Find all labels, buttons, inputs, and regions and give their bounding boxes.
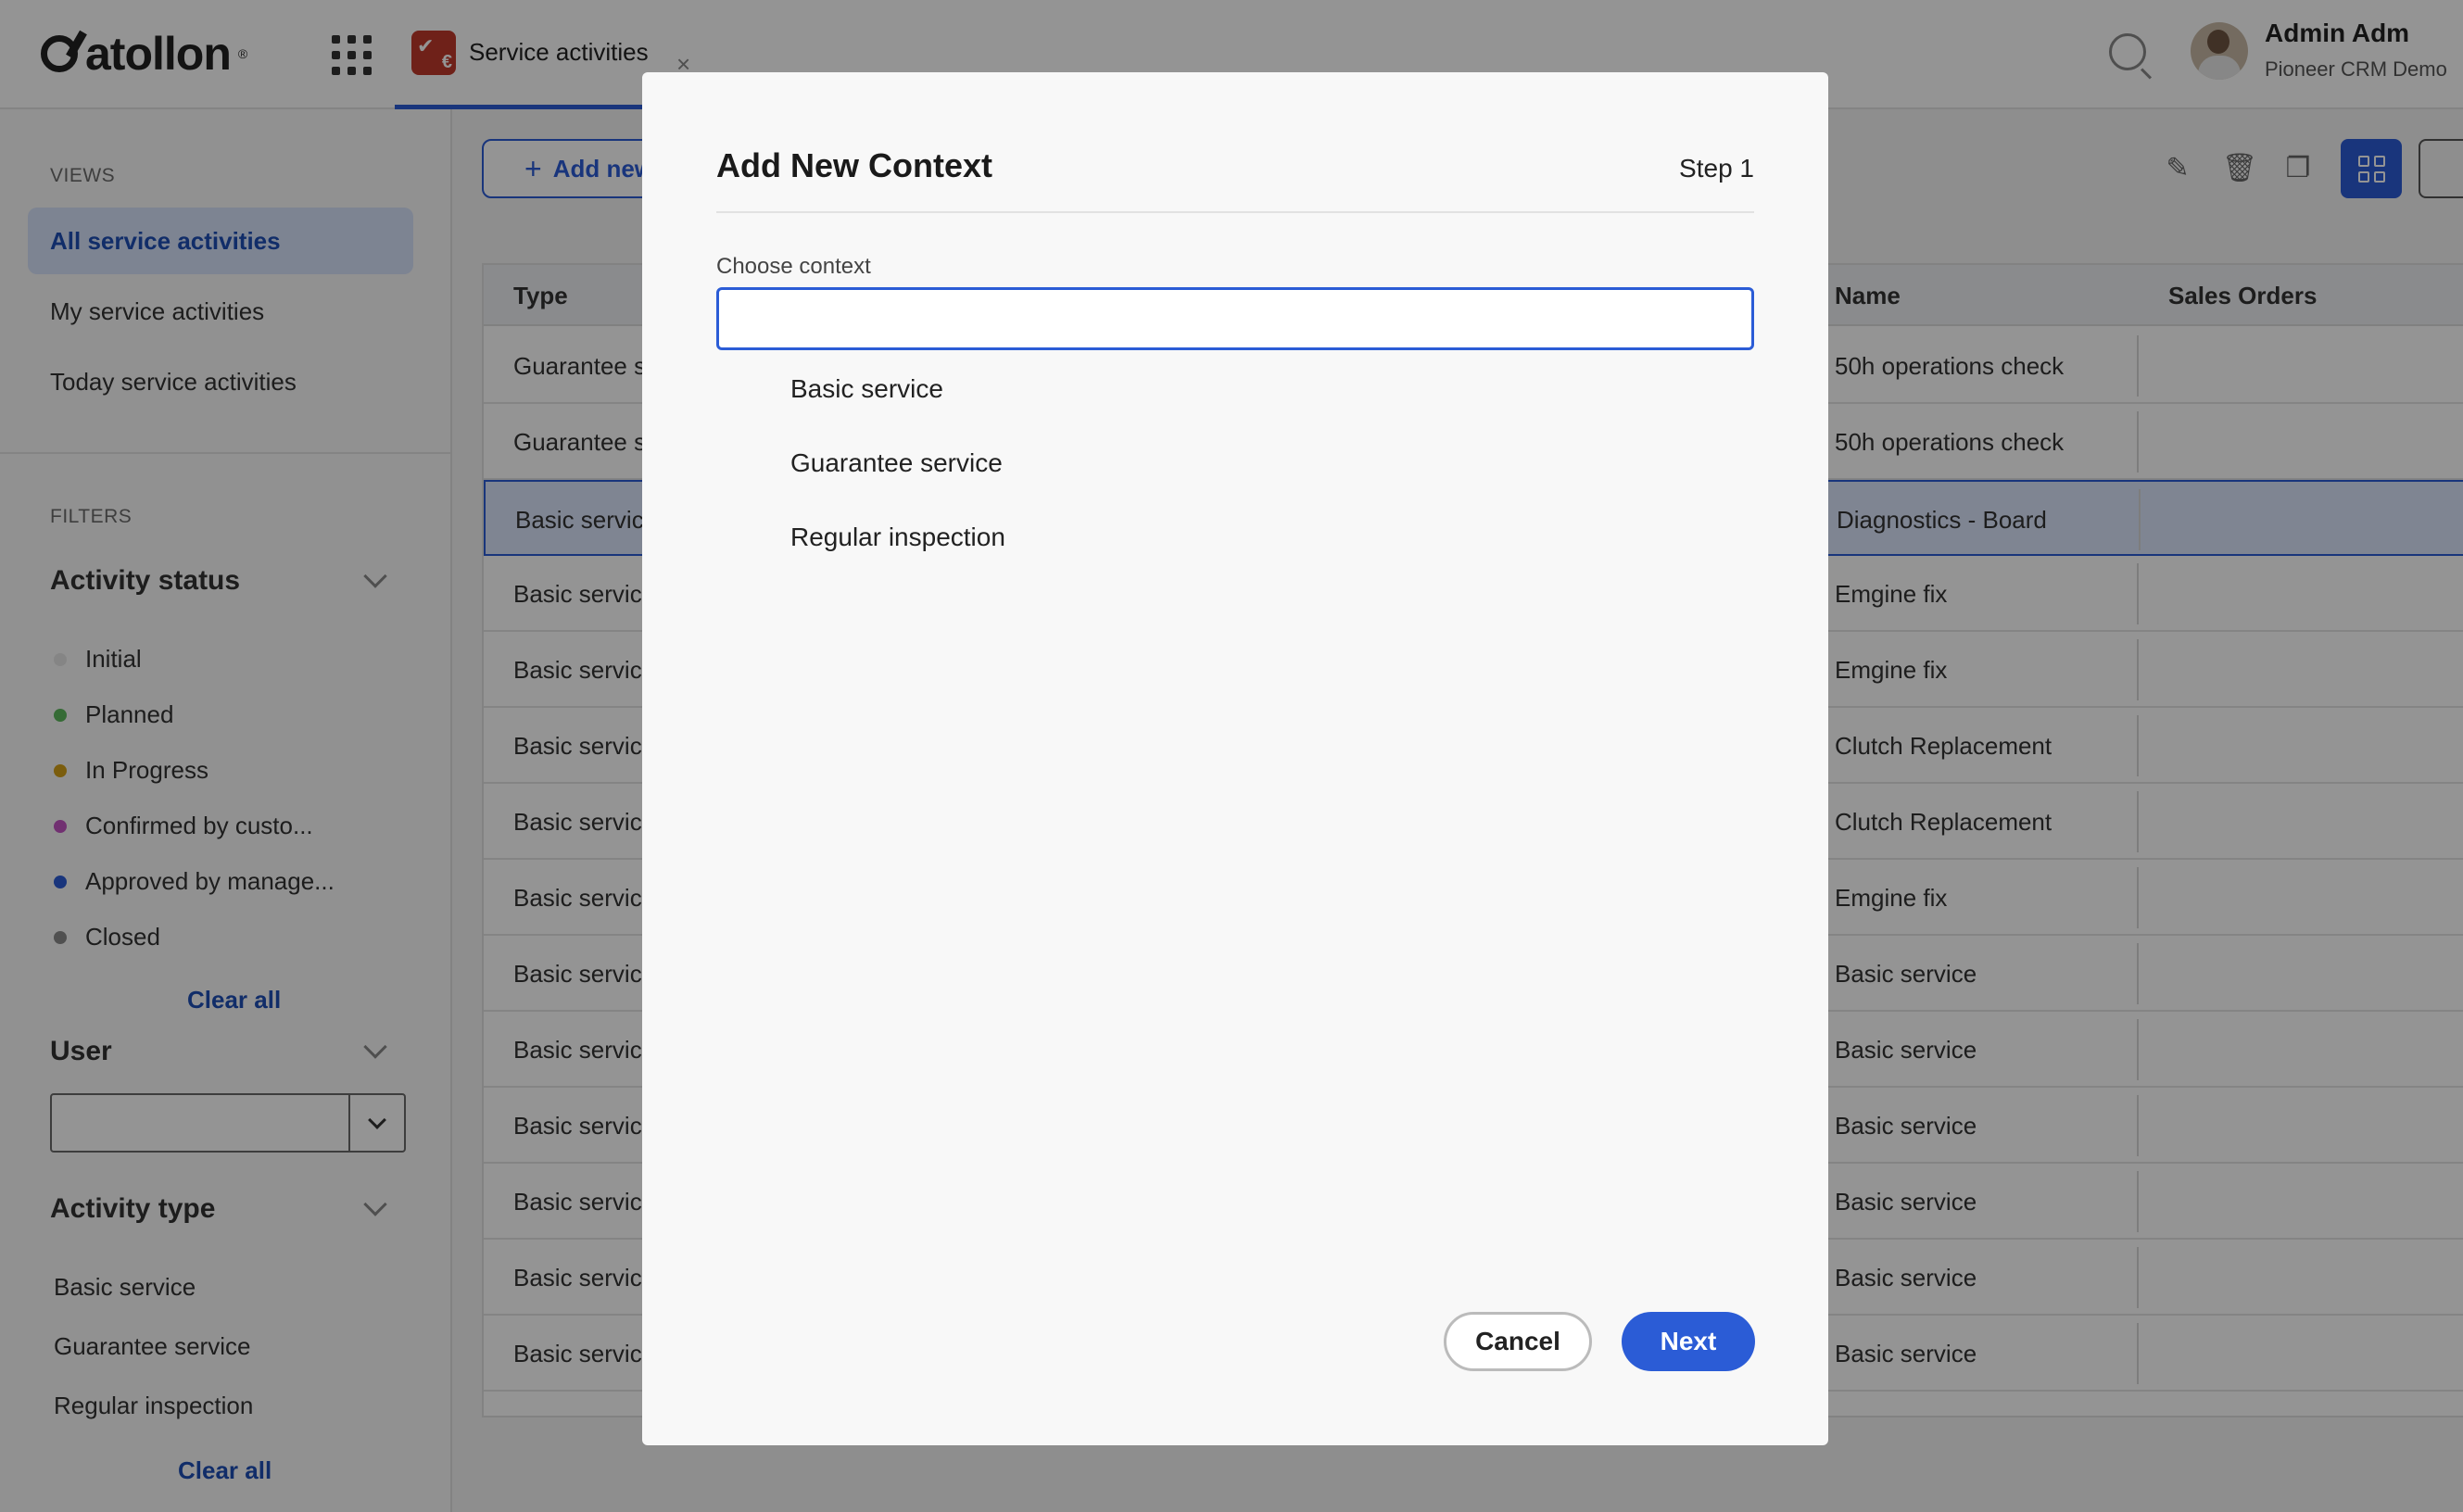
dialog-title: Add New Context [716,146,993,184]
context-option-basic-service[interactable]: Basic service [790,374,943,404]
context-option-guarantee-service[interactable]: Guarantee service [790,448,1003,478]
dialog-divider [716,211,1754,213]
choose-context-label: Choose context [716,254,871,279]
dialog-step-indicator: Step 1 [1679,154,1754,183]
choose-context-input[interactable] [716,287,1754,350]
add-new-context-dialog: Add New Context Step 1 Choose context Ba… [642,72,1828,1445]
cancel-button[interactable]: Cancel [1444,1312,1592,1371]
next-button[interactable]: Next [1622,1312,1755,1371]
context-option-regular-inspection[interactable]: Regular inspection [790,523,1005,552]
